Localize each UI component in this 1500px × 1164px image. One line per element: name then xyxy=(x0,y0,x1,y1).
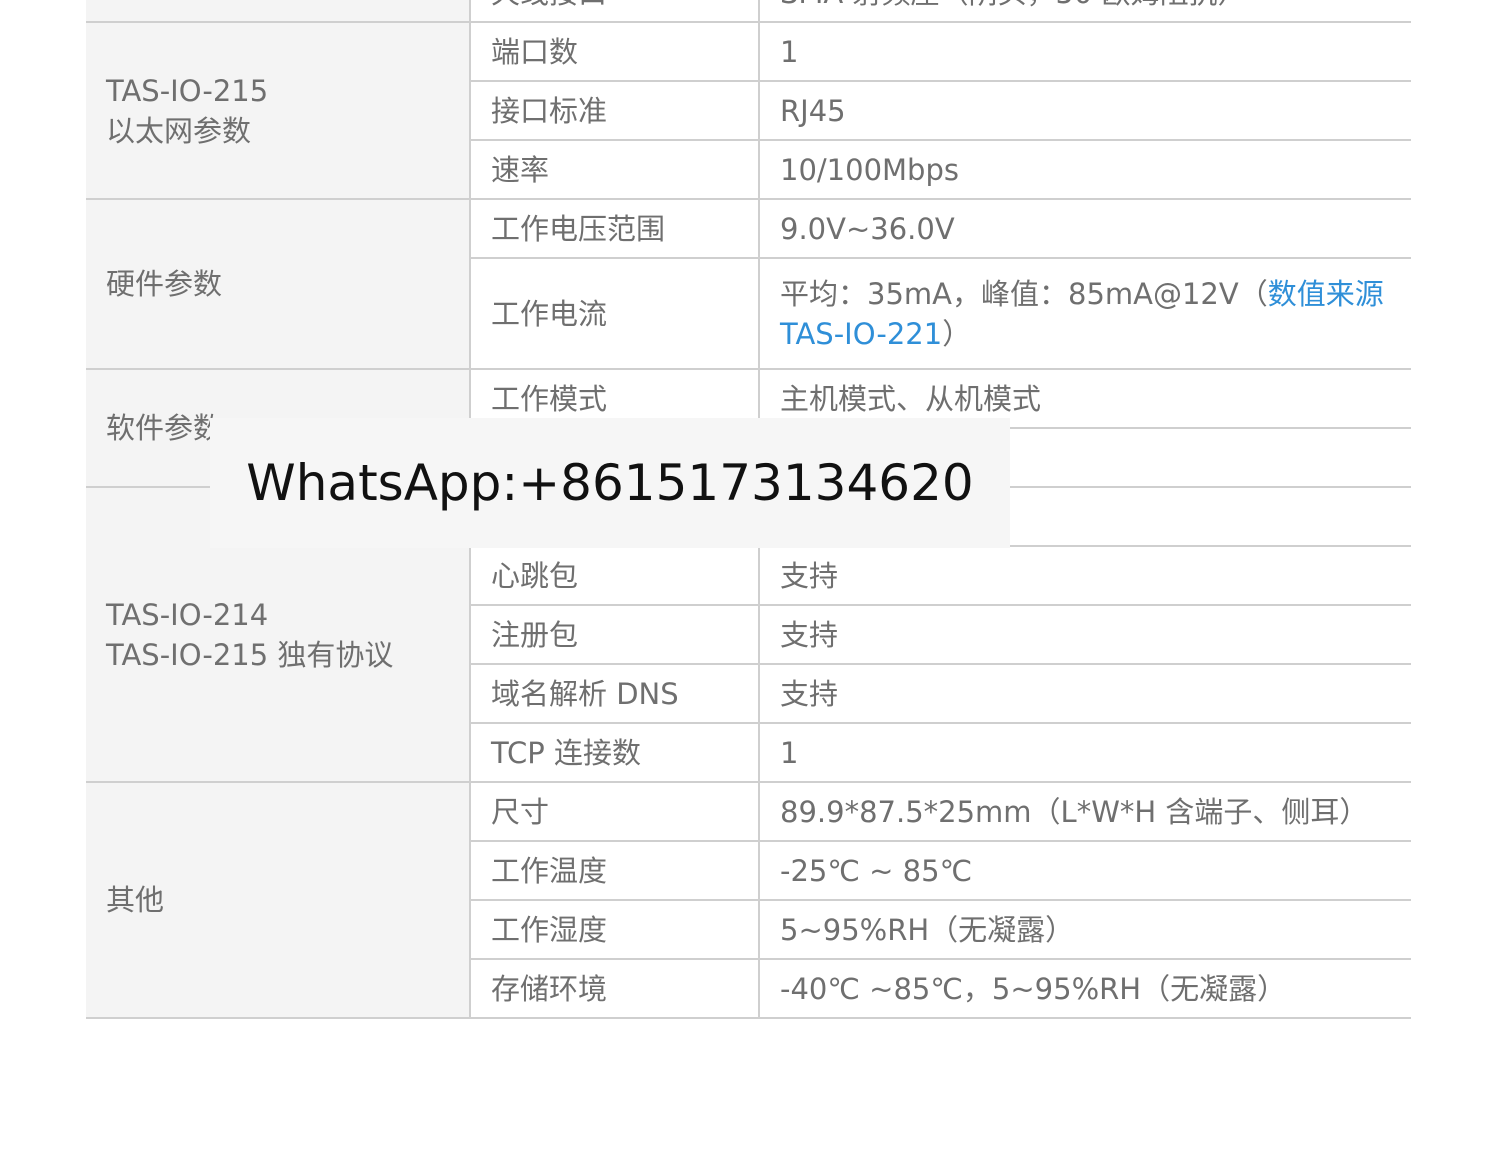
spec-key: 注册包 xyxy=(469,604,759,665)
category-label-line: TAS-IO-214 xyxy=(106,597,269,632)
category-label-line: 以太网参数 xyxy=(106,113,252,148)
spec-value: 支持 xyxy=(758,545,1411,606)
category-hardware: 硬件参数 xyxy=(86,198,470,370)
spec-key: TCP 连接数 xyxy=(469,722,759,783)
spec-key: 速率 xyxy=(469,139,759,200)
spec-value: -40℃ ~85℃，5~95%RH（无凝露） xyxy=(758,958,1411,1019)
spec-value: 支持 xyxy=(758,604,1411,665)
spec-value: 10/100Mbps xyxy=(758,139,1411,200)
table-row: 其他 尺寸 89.9*87.5*25mm（L*W*H 含端子、侧耳） xyxy=(86,781,1411,1019)
whatsapp-watermark: WhatsApp:+8615173134620 xyxy=(210,418,1010,548)
category-ethernet: TAS-IO-215 以太网参数 xyxy=(86,21,470,200)
current-value-text: 平均：35mA，峰值：85mA@12V（ xyxy=(780,276,1268,311)
spec-value: SMA 射频座（阴头，50 欧姆阻抗） xyxy=(758,0,1411,23)
spec-value: 89.9*87.5*25mm（L*W*H 含端子、侧耳） xyxy=(758,781,1411,842)
spec-key: 域名解析 DNS xyxy=(469,663,759,724)
spec-value: 1 xyxy=(758,21,1411,82)
spec-key: 工作温度 xyxy=(469,840,759,901)
category-other: 其他 xyxy=(86,781,470,1019)
spec-value: -25℃ ~ 85℃ xyxy=(758,840,1411,901)
spec-value: 支持 xyxy=(758,663,1411,724)
table-row: 硬件参数 工作电压范围 9.0V~36.0V xyxy=(86,198,1411,370)
spec-value: 平均：35mA，峰值：85mA@12V（数值来源 TAS-IO-221） xyxy=(758,257,1411,370)
spec-key: 工作湿度 xyxy=(469,899,759,960)
spec-value: RJ45 xyxy=(758,80,1411,141)
spec-key: 存储环境 xyxy=(469,958,759,1019)
spec-key: 工作电流 xyxy=(469,257,759,370)
category-cell xyxy=(86,0,470,23)
spec-value: 9.0V~36.0V xyxy=(758,198,1411,259)
spec-key: 端口数 xyxy=(469,21,759,82)
current-value-end: ） xyxy=(942,316,972,351)
watermark-text: WhatsApp:+8615173134620 xyxy=(246,454,974,512)
category-label-line: TAS-IO-215 独有协议 xyxy=(106,637,394,672)
table-row: 天线接口 SMA 射频座（阴头，50 欧姆阻抗） xyxy=(86,0,1411,23)
category-label-line: TAS-IO-215 xyxy=(106,73,269,108)
spec-value: 5~95%RH（无凝露） xyxy=(758,899,1411,960)
spec-key: 接口标准 xyxy=(469,80,759,141)
spec-key: 心跳包 xyxy=(469,545,759,606)
table-row: TAS-IO-215 以太网参数 端口数 1 xyxy=(86,21,1411,200)
spec-key: 工作电压范围 xyxy=(469,198,759,259)
spec-key: 尺寸 xyxy=(469,781,759,842)
spec-value: 1 xyxy=(758,722,1411,783)
spec-key: 天线接口 xyxy=(469,0,759,23)
